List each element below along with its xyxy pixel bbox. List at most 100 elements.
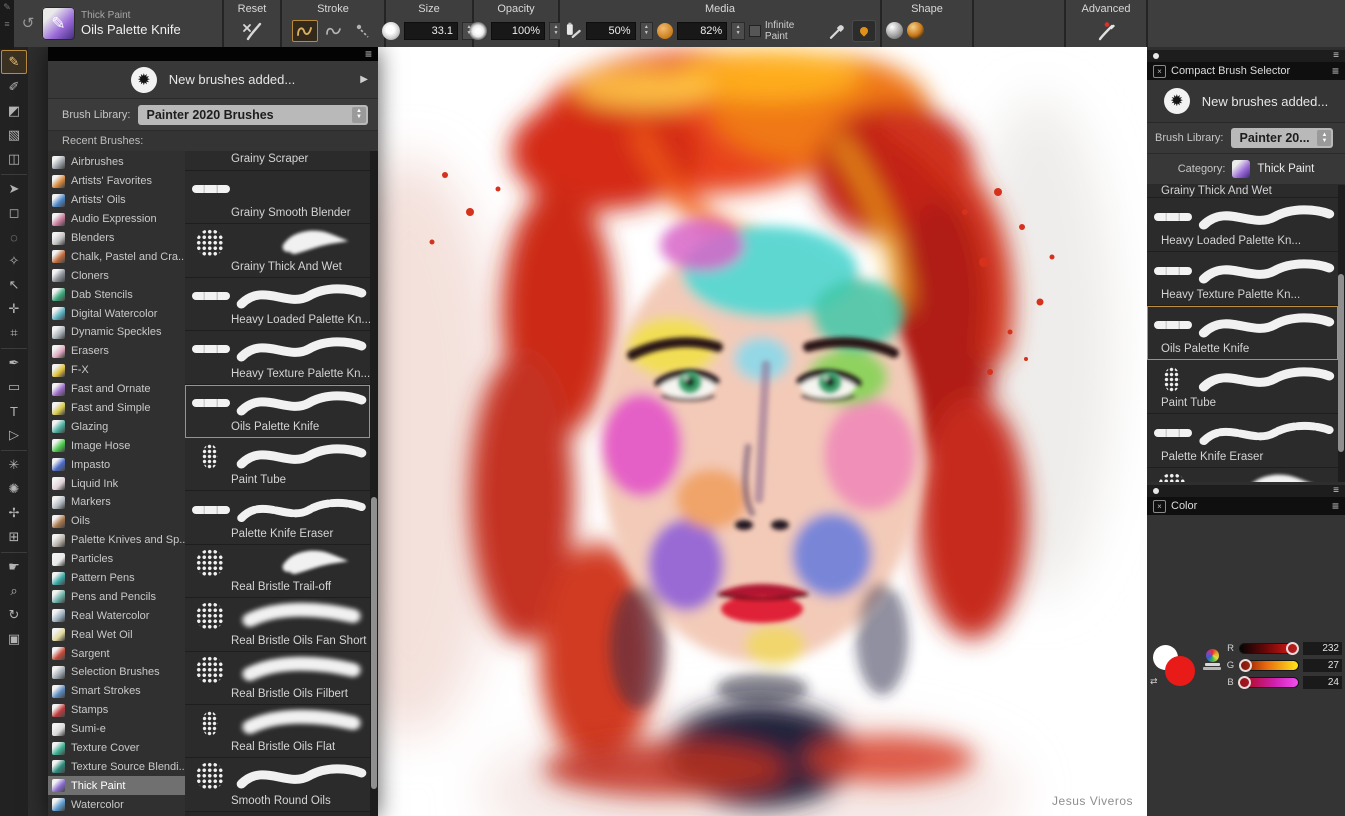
brush-variant-item[interactable]: Heavy Texture Palette Kn... [185,331,370,385]
brush-category-item[interactable]: Palette Knives and Sp... [48,531,185,550]
text-tool[interactable]: T [2,400,26,422]
shape-sphere-icon[interactable] [886,22,903,39]
brush-category-item[interactable]: Artists' Favorites [48,172,185,191]
reset-brush-icon[interactable] [241,21,263,41]
brush-variant-item[interactable]: Grainy Scraper [185,151,370,171]
brush-ghost-toggle-icon[interactable]: ↺ [18,14,38,34]
brush-variant-item[interactable]: Real Bristle Trail-off [1147,468,1338,482]
brush-category-item[interactable]: Image Hose [48,436,185,455]
brush-variant-item[interactable]: Paint Tube [1147,360,1338,414]
brush-category-item[interactable]: Fast and Simple [48,399,185,418]
dropper-tool[interactable]: ✐ [2,76,26,98]
rc-scrollbar-thumb[interactable] [1338,274,1344,453]
brush-category-item[interactable]: Chalk, Pastel and Cra... [48,247,185,266]
brush-category-item[interactable]: Thick Paint [48,776,185,796]
media-amount-icon[interactable] [657,22,674,39]
panel-menu-icon[interactable]: ≡ [365,48,372,60]
magnifier-tool[interactable]: ⌕ [2,580,26,602]
color-close-icon[interactable]: × [1153,499,1166,513]
rc-category-row[interactable]: Category: Thick Paint [1147,154,1345,185]
brush-category-item[interactable]: Watercolor [48,795,185,814]
current-brush-chip[interactable]: ✎ ≡ ↺ ✎ Thick Paint Oils Palette Knife [0,0,222,49]
brush-library-dropdown[interactable]: Painter 2020 Brushes ▲ ▼ [138,104,368,125]
record-stroke-button[interactable] [350,21,374,41]
brush-category-item[interactable]: Artists' Oils [48,191,185,210]
brush-category-item[interactable]: Audio Expression [48,210,185,229]
brush-category-item[interactable]: Markers [48,493,185,512]
perspective-guides-tool[interactable]: ⊞ [2,526,26,548]
slider-handle[interactable] [1238,676,1252,689]
painting[interactable]: Jesus Viveros [350,47,1147,816]
grabber-hand-tool[interactable]: ☛ [1,552,27,578]
variant-list-scrollbar[interactable] [370,151,378,816]
channel-slider[interactable] [1239,659,1299,672]
brush-category-item[interactable]: Liquid Ink [48,474,185,493]
rc-brush-library-dropdown[interactable]: Painter 20... ▲ ▼ [1231,128,1334,148]
brush-variant-item[interactable]: Palette Knife Eraser [1147,414,1338,468]
primary-color-swatch[interactable] [1165,655,1195,686]
close-icon[interactable]: × [1153,64,1166,78]
new-brushes-banner[interactable]: ✹ New brushes added... ▶ [48,61,378,99]
brush-variant-item[interactable]: Palette Knife Eraser [185,491,370,545]
channel-value-field[interactable]: 27 [1303,659,1342,672]
infinite-paint-checkbox[interactable] [748,24,761,37]
brush-variant-item[interactable]: Real Bristle Oils Flat [185,704,370,759]
brush-category-item[interactable]: Blenders [48,229,185,248]
panel-options-icon[interactable]: ≡ [1332,65,1339,77]
brush-variant-item[interactable]: Paint Tube [185,437,370,492]
brush-variant-item[interactable]: Heavy Texture Palette Kn... [1147,252,1338,306]
gradient-tool[interactable]: ▧ [2,124,26,146]
freehand-stroke-button[interactable] [292,19,318,42]
size-dab-icon[interactable] [382,21,400,40]
brush-category-item[interactable]: Erasers [48,342,185,361]
paint-tube-icon[interactable] [564,22,582,40]
brush-category-item[interactable]: Texture Source Blendi... [48,758,185,777]
brush-category-item[interactable]: Fast and Ornate [48,380,185,399]
channel-slider[interactable] [1238,676,1299,689]
brush-variant-item[interactable]: Grainy Smooth Blender [185,171,370,225]
brush-category-item[interactable]: Stamps [48,701,185,720]
rotate-page-tool[interactable]: ↻ [2,604,26,626]
drawer-menu-icon[interactable]: ≡ [1333,51,1339,61]
lasso-tool[interactable]: ◌ [2,226,26,248]
brush-category-item[interactable]: Particles [48,550,185,569]
color-drawer-menu-icon[interactable]: ≡ [1333,486,1339,496]
media-flow-stepper[interactable]: ▲ ▼ [639,21,654,40]
rc-variant-list-scrollbar[interactable] [1338,185,1345,482]
brush-category-item[interactable]: Digital Watercolor [48,304,185,323]
media-flow-value-field[interactable]: 50% [585,21,636,40]
shape-selection-tool[interactable]: ▷ [2,424,26,446]
compact-brush-selector-titlebar[interactable]: × Compact Brush Selector ≡ [1147,62,1345,80]
crop-tool[interactable]: ⌗ [2,322,26,344]
color-options-icon[interactable]: ≡ [1332,500,1339,512]
scrollbar-thumb[interactable] [371,496,377,790]
brush-category-item[interactable]: Pattern Pens [48,569,185,588]
color-swatches[interactable]: ⇄ [1150,643,1198,689]
brush-variant-item[interactable]: Real Bristle Oils Filbert [185,651,370,705]
color-set-icon[interactable] [1201,648,1223,683]
brush-variant-item[interactable]: Real Bristle Oils Fan Short [185,598,370,652]
size-value-field[interactable]: 33.1 [404,21,458,40]
rectangular-selection-tool[interactable]: ◻ [2,202,26,224]
brush-category-item[interactable]: Dynamic Speckles [48,323,185,342]
brush-variant-item[interactable]: Real Bristle Trail-off [185,544,370,599]
brush-category-item[interactable]: Dab Stencils [48,285,185,304]
layer-adjuster-tool[interactable]: ➤ [1,174,27,200]
slider-handle[interactable] [1285,642,1299,655]
banner-arrow-icon[interactable]: ▶ [360,74,368,85]
color-drawer-bar[interactable]: ≡ [1147,485,1345,497]
brush-category-item[interactable]: Selection Brushes [48,663,185,682]
brush-category-item[interactable]: Sargent [48,644,185,663]
brush-category-item[interactable]: Texture Cover [48,739,185,758]
brush-variant-item[interactable]: Heavy Loaded Palette Kn... [1147,198,1338,252]
brush-variant-item[interactable]: Heavy Loaded Palette Kn... [185,277,370,332]
mixer-pad-button[interactable] [852,19,876,42]
brush-category-item[interactable]: Glazing [48,417,185,436]
brush-category-item[interactable]: Cloners [48,266,185,285]
transform-tool[interactable]: ↖ [2,274,26,296]
brush-category-item[interactable]: Airbrushes [48,153,185,172]
kaleidoscope-tool[interactable]: ✺ [2,478,26,500]
slider-handle[interactable] [1239,659,1253,672]
rc-new-brushes-banner[interactable]: ✹ New brushes added... [1147,80,1345,123]
brush-category-item[interactable]: Real Wet Oil [48,625,185,644]
